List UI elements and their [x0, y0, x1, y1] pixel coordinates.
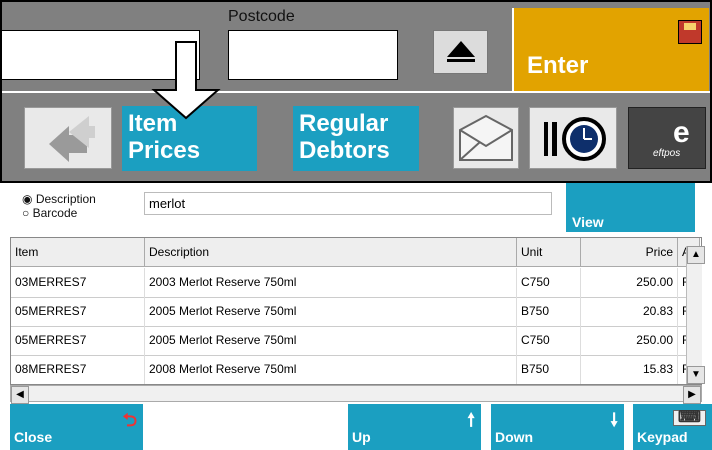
- close-label: Close: [14, 429, 53, 445]
- cell-unit: C750: [517, 326, 581, 355]
- cell-price: 15.83: [581, 355, 678, 384]
- radio-selected-icon: ◉: [22, 192, 33, 206]
- down-label: Down: [495, 429, 534, 445]
- return-arrow-icon: ⮌: [122, 410, 137, 430]
- cell-item: 05MERRES7: [11, 297, 145, 326]
- table-row[interactable]: 03MERRES7 2003 Merlot Reserve 750ml C750…: [11, 268, 700, 298]
- scroll-up-icon[interactable]: ▲: [687, 246, 705, 264]
- horizontal-scrollbar[interactable]: ◀ ▶: [10, 385, 702, 404]
- radio-barcode[interactable]: ○ Barcode: [22, 206, 77, 220]
- close-button[interactable]: ⮌ Close: [10, 404, 143, 450]
- cell-unit: B750: [517, 297, 581, 326]
- up-button[interactable]: 🠕 Up: [348, 404, 481, 450]
- up-label: Up: [352, 429, 371, 445]
- radio-barcode-label: Barcode: [32, 206, 78, 220]
- cell-description: 2008 Merlot Reserve 750ml: [145, 355, 517, 384]
- cell-unit: C750: [517, 268, 581, 297]
- arrow-down-icon: 🠗: [610, 410, 618, 430]
- scroll-down-icon[interactable]: ▼: [687, 366, 705, 384]
- top-panel-frame: [0, 0, 712, 183]
- cell-price: 250.00: [581, 268, 678, 297]
- radio-description-label: Description: [35, 192, 96, 206]
- header-item[interactable]: Item: [11, 238, 145, 267]
- radio-description[interactable]: ◉ Description: [22, 192, 96, 206]
- search-input[interactable]: [144, 192, 552, 215]
- down-button[interactable]: 🠗 Down: [491, 404, 624, 450]
- cell-price: 20.83: [581, 297, 678, 326]
- cell-item: 05MERRES7: [11, 326, 145, 355]
- keypad-label: Keypad: [637, 429, 688, 445]
- cell-description: 2005 Merlot Reserve 750ml: [145, 297, 517, 326]
- table-row[interactable]: 08MERRES7 2008 Merlot Reserve 750ml B750…: [11, 355, 700, 384]
- scroll-left-icon[interactable]: ◀: [11, 386, 29, 404]
- table-row[interactable]: 05MERRES7 2005 Merlot Reserve 750ml B750…: [11, 297, 700, 327]
- radio-unselected-icon: ○: [22, 206, 30, 220]
- cell-description: 2003 Merlot Reserve 750ml: [145, 268, 517, 297]
- keyboard-icon: ⌨: [672, 410, 706, 426]
- keypad-button[interactable]: ⌨ Keypad: [633, 404, 712, 450]
- cell-price: 250.00: [581, 326, 678, 355]
- cell-item: 08MERRES7: [11, 355, 145, 384]
- header-description[interactable]: Description: [145, 238, 517, 267]
- cell-unit: B750: [517, 355, 581, 384]
- header-unit[interactable]: Unit: [517, 238, 581, 267]
- item-price-table: Item Description Unit Price Ali 03MERRES…: [10, 237, 702, 385]
- table-row[interactable]: 05MERRES7 2005 Merlot Reserve 750ml C750…: [11, 326, 700, 356]
- cell-item: 03MERRES7: [11, 268, 145, 297]
- arrow-up-icon: 🠕: [467, 410, 475, 430]
- cell-description: 2005 Merlot Reserve 750ml: [145, 326, 517, 355]
- header-price[interactable]: Price: [581, 238, 678, 267]
- vertical-scrollbar[interactable]: ▲ ▼: [686, 246, 705, 384]
- view-label: View: [572, 214, 604, 230]
- scroll-right-icon[interactable]: ▶: [683, 386, 701, 404]
